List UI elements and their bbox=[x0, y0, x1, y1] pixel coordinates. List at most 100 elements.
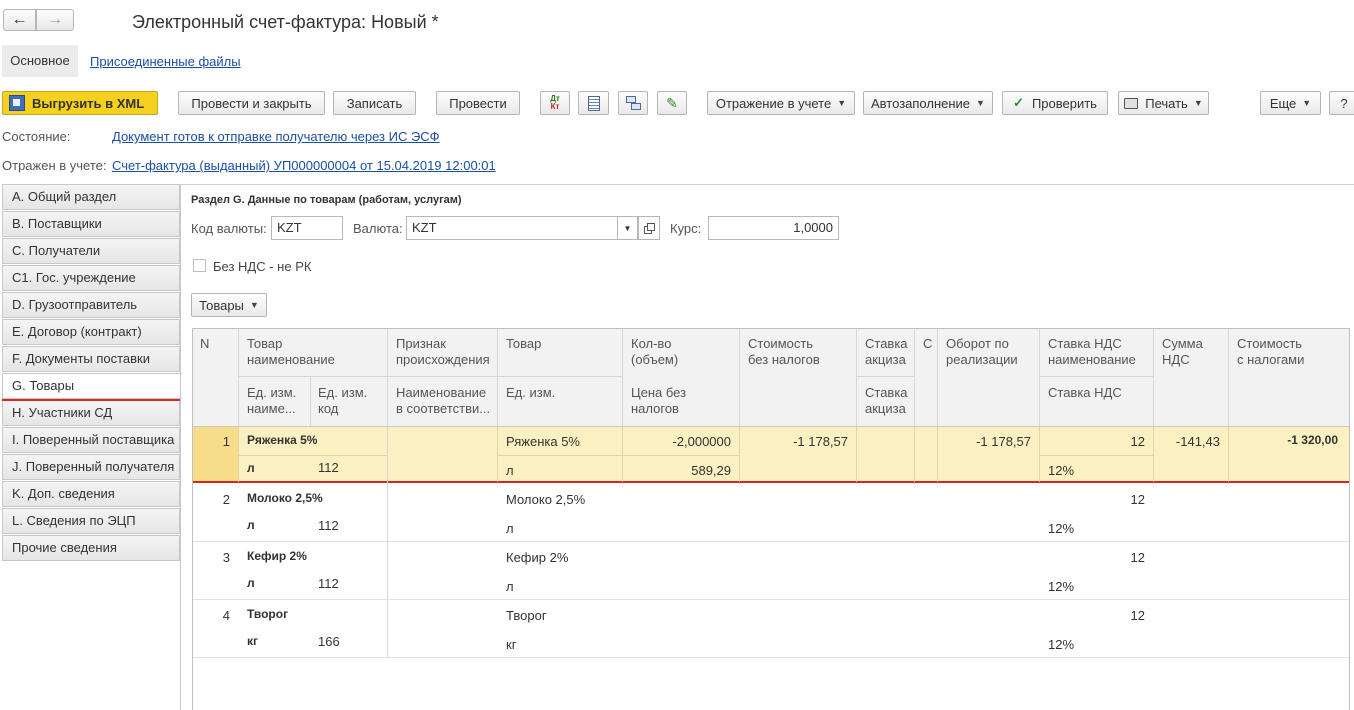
goods-unit-cell: кг bbox=[506, 637, 517, 652]
section-tabs: А. Общий раздел В. Поставщики С. Получател… bbox=[0, 184, 182, 710]
unit-code-cell: 112 bbox=[318, 576, 339, 591]
col-divider bbox=[856, 329, 857, 426]
section-tab-other[interactable]: Прочие сведения bbox=[2, 535, 180, 561]
unit-code-cell: 112 bbox=[318, 460, 339, 475]
section-tab-l[interactable]: L. Сведения по ЭЦП bbox=[2, 508, 180, 534]
back-arrow-icon: ← bbox=[11, 11, 28, 28]
section-tab-h[interactable]: H. Участники СД bbox=[2, 400, 180, 426]
goods-dropdown[interactable]: Товары ▼ bbox=[191, 293, 267, 317]
goods-unit-cell: л bbox=[506, 579, 514, 594]
row-number: 1 bbox=[222, 434, 230, 449]
export-xml-button[interactable]: Выгрузить в XML bbox=[2, 91, 158, 115]
header-goods-unit: Ед. изм. bbox=[506, 385, 556, 400]
col-divider bbox=[937, 329, 938, 426]
row-divider bbox=[856, 376, 915, 377]
header-unit-code: Ед. изм. код bbox=[318, 385, 368, 416]
header-unit-name: Ед. изм. наиме... bbox=[247, 385, 297, 416]
check-button[interactable]: ✓ Проверить bbox=[1002, 91, 1108, 115]
save-button[interactable]: Записать bbox=[333, 91, 416, 115]
more-dropdown[interactable]: Еще ▼ bbox=[1260, 91, 1321, 115]
row-divider bbox=[238, 376, 623, 377]
goods-unit-cell: л bbox=[506, 463, 514, 478]
vat-rate-name-cell: 12% bbox=[1048, 521, 1075, 536]
tab-main[interactable]: Основное bbox=[2, 45, 78, 77]
currency-label: Валюта: bbox=[353, 221, 403, 236]
currency-code-input[interactable]: KZT bbox=[271, 216, 343, 240]
unit-code-cell: 112 bbox=[318, 518, 339, 533]
panel-title: Раздел G. Данные по товарам (работам, ус… bbox=[191, 194, 462, 206]
section-tab-k[interactable]: K. Доп. сведения bbox=[2, 481, 180, 507]
header-price: Цена без налогов bbox=[631, 385, 687, 416]
post-button[interactable]: Провести bbox=[436, 91, 520, 115]
print-dropdown[interactable]: Печать ▼ bbox=[1118, 91, 1209, 115]
header-n: N bbox=[200, 336, 210, 351]
xml-export-icon bbox=[9, 95, 25, 111]
goods-cell: Кефир 2% bbox=[506, 550, 569, 565]
tab-main-label: Основное bbox=[10, 53, 70, 68]
chevron-down-icon: ▼ bbox=[1302, 98, 1312, 108]
goods-cell: Творог bbox=[506, 608, 547, 623]
header-goods-name: Товар наименование bbox=[247, 336, 335, 367]
state-label: Состояние: bbox=[2, 129, 71, 144]
cost-cell: -1 178,57 bbox=[793, 434, 848, 449]
section-tab-a[interactable]: А. Общий раздел bbox=[2, 184, 180, 210]
chevron-down-icon: ▼ bbox=[623, 223, 632, 233]
price-cell: 589,29 bbox=[691, 463, 731, 478]
unit-name-cell: л bbox=[247, 518, 255, 532]
qty-cell: -2,000000 bbox=[672, 434, 731, 449]
header-qty: Кол-во (объем) bbox=[631, 336, 679, 367]
top-divider bbox=[180, 184, 1354, 185]
vat-rate-cell: 12 bbox=[1130, 492, 1145, 507]
autofill-label: Автозаполнение bbox=[871, 95, 971, 111]
structure-button[interactable] bbox=[618, 91, 648, 115]
header-origin: Признак происхождения bbox=[396, 336, 490, 367]
section-tab-j[interactable]: J. Поверенный получателя bbox=[2, 454, 180, 480]
chevron-down-icon: ▼ bbox=[837, 98, 847, 108]
help-button[interactable]: ? bbox=[1329, 91, 1354, 115]
dt-kt-button[interactable]: Дт Кт bbox=[540, 91, 570, 115]
header-cost: Стоимость без налогов bbox=[748, 336, 820, 367]
section-tab-b[interactable]: В. Поставщики bbox=[2, 211, 180, 237]
export-xml-label: Выгрузить в XML bbox=[32, 95, 145, 111]
header-bottom bbox=[193, 426, 1349, 427]
section-tab-i[interactable]: I. Поверенный поставщика bbox=[2, 427, 180, 453]
post-close-button[interactable]: Провести и закрыть bbox=[178, 91, 325, 115]
state-link[interactable]: Документ готов к отправке получателю чер… bbox=[112, 129, 440, 144]
unit-name-cell: кг bbox=[247, 634, 259, 648]
section-tab-g[interactable]: G. Товары bbox=[2, 373, 182, 399]
section-tab-c[interactable]: С. Получатели bbox=[2, 238, 180, 264]
autofill-dropdown[interactable]: Автозаполнение ▼ bbox=[863, 91, 993, 115]
back-button[interactable]: ← bbox=[3, 9, 36, 31]
print-label: Печать bbox=[1145, 95, 1188, 111]
chevron-down-icon: ▼ bbox=[1193, 98, 1203, 108]
total-cell: -1 320,00 bbox=[1287, 433, 1338, 447]
reflected-link[interactable]: Счет-фактура (выданный) УП000000004 от 1… bbox=[112, 158, 496, 173]
goods-name-cell: Творог bbox=[247, 607, 289, 621]
forward-button[interactable]: → bbox=[36, 9, 74, 31]
open-form-icon bbox=[644, 223, 655, 234]
row-divider bbox=[193, 657, 1349, 658]
list-button[interactable] bbox=[578, 91, 609, 115]
goods-name-cell: Ряженка 5% bbox=[247, 433, 318, 447]
tab-attached-files[interactable]: Присоединенные файлы bbox=[90, 54, 241, 69]
section-tab-f[interactable]: F. Документы поставки bbox=[2, 346, 180, 372]
currency-dropdown-button[interactable]: ▼ bbox=[617, 216, 638, 240]
chevron-down-icon: ▼ bbox=[249, 300, 259, 310]
header-excise: Ставка акциза bbox=[865, 336, 908, 367]
selected-row-underline bbox=[193, 481, 1349, 483]
section-tab-d[interactable]: D. Грузоотправитель bbox=[2, 292, 180, 318]
reflected-label: Отражен в учете: bbox=[2, 158, 107, 173]
goods-name-cell: Кефир 2% bbox=[247, 549, 307, 563]
rate-input[interactable]: 1,0000 bbox=[708, 216, 839, 240]
section-tab-c1[interactable]: С1. Гос. учреждение bbox=[2, 265, 180, 291]
no-vat-checkbox[interactable] bbox=[193, 259, 206, 272]
currency-open-button[interactable] bbox=[638, 216, 660, 240]
section-tab-e[interactable]: Е. Договор (контракт) bbox=[2, 319, 180, 345]
header-vat-sum: Сумма НДС bbox=[1162, 336, 1203, 367]
currency-input[interactable]: KZT bbox=[406, 216, 618, 240]
edit-button[interactable]: ✎ bbox=[657, 91, 687, 115]
printer-icon bbox=[1124, 97, 1139, 109]
check-mark-icon: ✓ bbox=[1013, 95, 1024, 110]
accounting-dropdown[interactable]: Отражение в учете ▼ bbox=[707, 91, 855, 115]
forward-arrow-icon: → bbox=[47, 11, 63, 28]
